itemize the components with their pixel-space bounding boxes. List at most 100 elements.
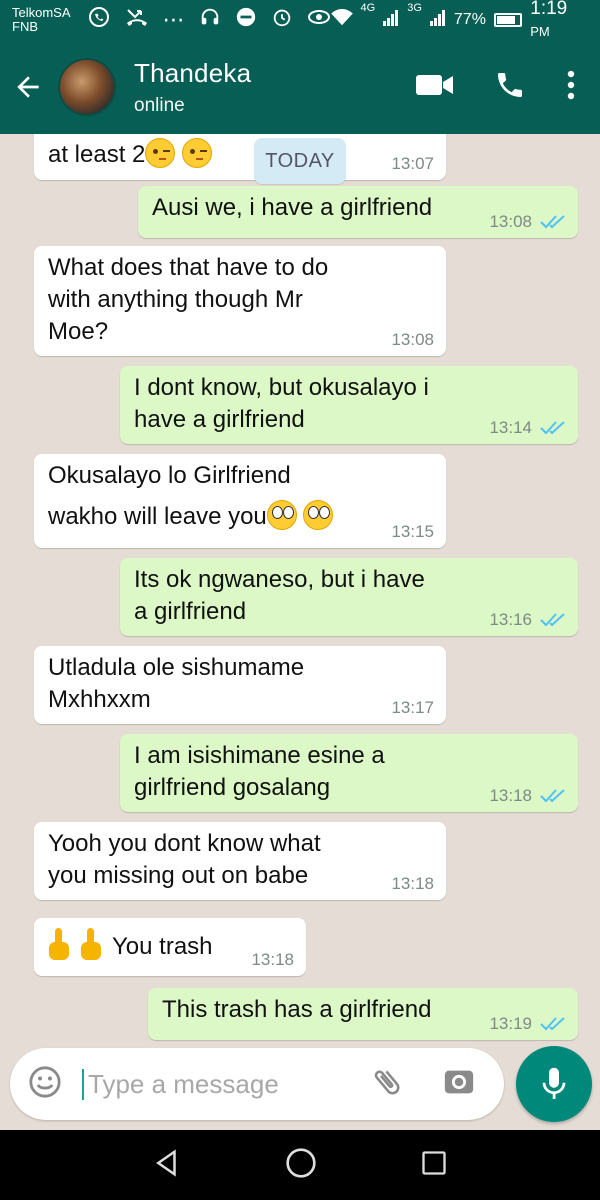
message-time: 13:15 (391, 522, 434, 541)
message-text: What does that have to do with anything … (48, 254, 329, 345)
message-text: I dont know, but okusalayo i have a girl… (134, 374, 429, 433)
signal-icon (429, 9, 446, 31)
composer-actions (370, 1065, 490, 1104)
message-meta: 13:19 (489, 1014, 566, 1034)
video-call-button[interactable] (416, 72, 454, 103)
message-text: Utladula ole sishumame Mxhhxxm (48, 654, 305, 713)
headset-icon (199, 6, 221, 34)
message-text: This trash has a girlfriend (162, 996, 432, 1023)
avatar[interactable] (58, 58, 116, 116)
more-dots-icon: ⋯ (162, 7, 185, 32)
message-meta: 13:08 (489, 212, 566, 232)
message-incoming[interactable]: Utladula ole sishumame Mxhhxxm 13:17 (34, 646, 446, 724)
message-text: Its ok ngwaneso, but i have a girlfriend (134, 566, 425, 625)
wink-emoji (145, 138, 213, 168)
wifi-icon (330, 8, 353, 32)
message-text: Yooh you dont know what you missing out … (48, 830, 321, 889)
camera-button[interactable] (442, 1065, 476, 1104)
nav-back-button[interactable] (152, 1148, 182, 1183)
network-4g: 4G (360, 2, 376, 14)
status-bar: TelkomSA FNB ⋯ 4G 3G 77% 1:19 PM (0, 0, 600, 40)
message-text: at least 2 (48, 141, 146, 168)
message-incoming[interactable]: What does that have to do with anything … (34, 246, 446, 356)
middle-finger-emoji (48, 928, 112, 960)
chat-header: Thandeka online (0, 40, 600, 134)
message-meta: 13:18 (391, 874, 434, 894)
more-vert-icon (567, 70, 575, 99)
nav-recents-button[interactable] (420, 1149, 448, 1182)
battery-level (496, 16, 516, 24)
carrier-line1: TelkomSA (12, 5, 71, 20)
camera-icon (444, 1070, 474, 1093)
message-input[interactable] (82, 1068, 332, 1100)
back-arrow-icon (17, 76, 39, 98)
message-meta: 13:08 (391, 330, 434, 350)
message-time: 13:18 (251, 950, 294, 969)
carrier-name: TelkomSA FNB (12, 6, 71, 34)
message-meta: 13:16 (489, 610, 566, 630)
message-incoming[interactable]: Okusalayo lo Girlfriend wakho will leave… (34, 454, 446, 548)
message-text-line2: wakho will leave you (48, 503, 267, 530)
network-3g: 3G (407, 2, 422, 14)
read-ticks-icon (540, 1017, 565, 1031)
message-outgoing[interactable]: I am isishimane esine a girlfriend gosal… (120, 734, 578, 812)
phone-call-button[interactable] (494, 69, 526, 106)
contact-status: online (134, 94, 185, 116)
emoji-icon (29, 1065, 61, 1098)
rolling-eyes-emoji (266, 500, 334, 530)
system-indicators: 4G 3G 77% 1:19 PM (330, 0, 588, 42)
contact-info[interactable]: Thandeka online (134, 58, 251, 117)
message-incoming[interactable]: Yooh you dont know what you missing out … (34, 822, 446, 900)
message-text: You trash (112, 933, 213, 960)
date-divider: TODAY (254, 138, 346, 184)
more-options-button[interactable] (566, 69, 576, 106)
message-meta: 13:15 (391, 522, 434, 542)
message-composer (10, 1048, 504, 1120)
message-meta: 13:18 (489, 786, 566, 806)
system-nav-bar (0, 1130, 600, 1200)
alarm-icon (271, 6, 293, 34)
attach-icon (374, 1070, 400, 1094)
message-time: 13:18 (391, 874, 434, 893)
eye-icon (307, 7, 331, 33)
voice-message-button[interactable] (516, 1046, 592, 1122)
attach-button[interactable] (370, 1065, 404, 1104)
nav-home-icon (286, 1147, 316, 1178)
message-time: 13:14 (489, 418, 532, 437)
signal-icon (383, 9, 399, 31)
message-outgoing[interactable]: This trash has a girlfriend 13:19 (148, 988, 578, 1040)
status-time: 1:19 PM (530, 0, 588, 42)
video-call-icon (416, 74, 453, 95)
status-time-value: 1:19 (530, 0, 568, 19)
message-outgoing[interactable]: Its ok ngwaneso, but i have a girlfriend… (120, 558, 578, 636)
nav-recents-icon (422, 1150, 446, 1175)
message-outgoing[interactable]: I dont know, but okusalayo i have a girl… (120, 366, 578, 444)
message-incoming[interactable]: at least 2 13:07 (34, 134, 446, 180)
carrier-line2: FNB (12, 19, 38, 34)
phone-call-icon (498, 72, 522, 97)
message-meta: 13:14 (489, 418, 566, 438)
chat-area[interactable]: at least 2 13:07 TODAY Ausi we, i have a… (0, 134, 600, 1044)
message-time: 13:17 (391, 698, 434, 717)
back-button[interactable] (10, 69, 46, 105)
read-ticks-icon (540, 215, 565, 229)
message-outgoing[interactable]: Ausi we, i have a girlfriend 13:08 (138, 186, 578, 238)
message-time: 13:18 (489, 786, 532, 805)
nav-home-button[interactable] (285, 1147, 317, 1184)
missed-call-icon (125, 5, 149, 35)
message-text: Ausi we, i have a girlfriend (152, 194, 433, 221)
message-time: 13:07 (391, 154, 434, 173)
mic-icon (542, 1067, 566, 1099)
header-actions (416, 69, 584, 106)
message-incoming[interactable]: You trash 13:18 (34, 918, 306, 976)
read-ticks-icon (540, 789, 565, 803)
read-ticks-icon (540, 613, 565, 627)
status-time-suffix: PM (530, 24, 550, 39)
battery-icon (493, 13, 523, 27)
message-time: 13:08 (489, 212, 532, 231)
nav-back-icon (155, 1148, 176, 1177)
battery-percent: 77% (453, 11, 486, 28)
emoji-button[interactable] (28, 1065, 62, 1104)
do-not-disturb-icon (235, 6, 257, 34)
message-meta: 13:18 (251, 950, 294, 970)
